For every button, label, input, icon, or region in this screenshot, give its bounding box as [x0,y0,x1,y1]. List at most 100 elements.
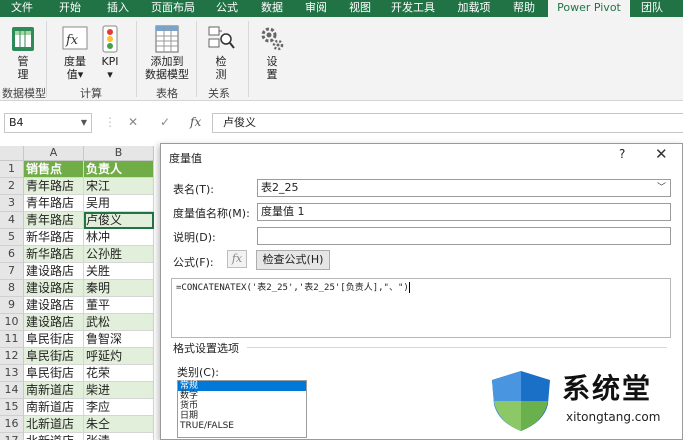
formula-editor[interactable]: =CONCATENATEX('表2_25','表2_25'[负责人],"、") [171,278,671,338]
table-cell[interactable]: 武松 [84,314,154,331]
row-header[interactable]: 7 [0,263,24,280]
description-input[interactable] [257,227,671,245]
row-header[interactable]: 17 [0,433,24,440]
table-cell[interactable]: 董平 [84,297,154,314]
tab-power-pivot[interactable]: Power Pivot [548,0,630,17]
table-cell[interactable]: 阜民街店 [24,348,84,365]
table-cell[interactable]: 南新道店 [24,399,84,416]
measure-button[interactable]: fx 度量 值▾ [58,23,92,81]
table-cell[interactable]: 建设路店 [24,297,84,314]
category-item-boolean[interactable]: TRUE/FALSE [178,421,306,431]
table-cell[interactable]: 建设路店 [24,263,84,280]
row-header[interactable]: 4 [0,212,24,229]
category-item-general[interactable]: 常规 [178,381,306,391]
formula-input[interactable]: 卢俊义 [212,113,683,133]
tab-insert[interactable]: 插入 [96,0,140,17]
name-box[interactable]: B4 ▼ [4,113,92,133]
tab-help[interactable]: 帮助 [504,0,544,17]
table-cell[interactable]: 新华路店 [24,229,84,246]
table-header-cell[interactable]: 负责人 [84,161,154,178]
table-cell[interactable]: 张清 [84,433,154,440]
table-cell[interactable]: 朱仝 [84,416,154,433]
add-to-data-model-button[interactable]: 添加到 数据模型 [142,23,192,81]
help-button[interactable]: ? [619,147,625,161]
table-cell[interactable]: 呼延灼 [84,348,154,365]
row-header[interactable]: 15 [0,399,24,416]
select-all-corner[interactable] [0,146,24,161]
settings-button[interactable]: 设 置 [256,23,288,81]
table-cell[interactable]: 青年路店 [24,178,84,195]
table-cell[interactable]: 建设路店 [24,314,84,331]
detect-button[interactable]: 检 测 [204,23,238,81]
table-cell[interactable]: 北新道店 [24,416,84,433]
fx-button[interactable]: fx [227,250,247,268]
group-label-relationships: 关系 [208,87,230,100]
table-cell[interactable]: 卢俊义 [84,212,154,229]
kpi-button[interactable]: KPI ▾ [96,23,124,81]
tab-data[interactable]: 数据 [252,0,292,17]
tab-team[interactable]: 团队 [632,0,672,17]
table-name-value: 表2_25 [261,181,299,194]
table-name-select[interactable]: 表2_25 ﹀ [257,179,671,197]
tab-formulas[interactable]: 公式 [206,0,248,17]
category-item-currency[interactable]: 货币 [178,401,306,411]
row-header[interactable]: 11 [0,331,24,348]
row-header[interactable]: 3 [0,195,24,212]
table-cell[interactable]: 阜民街店 [24,331,84,348]
column-header-a[interactable]: A [24,146,84,161]
table-cell[interactable]: 关胜 [84,263,154,280]
tab-file[interactable]: 文件 [0,0,44,17]
cancel-icon[interactable]: ✕ [128,115,138,129]
table-cell[interactable]: 阜民街店 [24,365,84,382]
row-header[interactable]: 16 [0,416,24,433]
category-item-number[interactable]: 数字 [178,391,306,401]
row-header[interactable]: 10 [0,314,24,331]
manage-button[interactable]: 管 理 [6,23,40,81]
row-header[interactable]: 2 [0,178,24,195]
table-cell[interactable]: 李应 [84,399,154,416]
row-header[interactable]: 14 [0,382,24,399]
table-cell[interactable]: 秦明 [84,280,154,297]
measure-name-input[interactable]: 度量值 1 [257,203,671,221]
tab-developer[interactable]: 开发工具 [384,0,442,17]
table-cell[interactable]: 青年路店 [24,195,84,212]
row-header[interactable]: 5 [0,229,24,246]
row-header[interactable]: 12 [0,348,24,365]
chevron-down-icon[interactable]: ▼ [81,114,87,132]
category-item-date[interactable]: 日期 [178,411,306,421]
insert-function-icon[interactable]: fx [190,115,201,129]
table-cell[interactable]: 北新道店 [24,433,84,440]
table-cell[interactable]: 建设路店 [24,280,84,297]
table-cell[interactable]: 花荣 [84,365,154,382]
tab-home[interactable]: 开始 [48,0,92,17]
table-header-cell[interactable]: 销售点 [24,161,84,178]
category-list[interactable]: 常规 数字 货币 日期 TRUE/FALSE [177,380,307,438]
enter-icon[interactable]: ✓ [160,115,170,129]
table-cell[interactable]: 公孙胜 [84,246,154,263]
row-header[interactable]: 13 [0,365,24,382]
tab-view[interactable]: 视图 [340,0,380,17]
close-icon[interactable]: ✕ [655,145,668,163]
watermark: 系统堂 xitongtang.com [482,366,678,434]
row-header[interactable]: 6 [0,246,24,263]
table-cell[interactable]: 南新道店 [24,382,84,399]
table-cell[interactable]: 鲁智深 [84,331,154,348]
table-cell[interactable]: 吴用 [84,195,154,212]
detect-relationships-icon [208,26,235,49]
table-cell[interactable]: 柴进 [84,382,154,399]
gear-icon [261,27,284,51]
row-header[interactable]: 1 [0,161,24,178]
table-cell[interactable]: 新华路店 [24,246,84,263]
table-cell[interactable]: 林冲 [84,229,154,246]
tab-addins[interactable]: 加载项 [446,0,502,17]
row-header[interactable]: 8 [0,280,24,297]
table-cell[interactable]: 宋江 [84,178,154,195]
table-cell[interactable]: 青年路店 [24,212,84,229]
row-header[interactable]: 9 [0,297,24,314]
tab-page-layout[interactable]: 页面布局 [144,0,202,17]
name-box-value: B4 [9,116,24,129]
tab-review[interactable]: 审阅 [296,0,336,17]
column-header-b[interactable]: B [84,146,154,161]
group-label-calculations: 计算 [80,87,102,100]
check-formula-button[interactable]: 检查公式(H) [256,250,330,270]
